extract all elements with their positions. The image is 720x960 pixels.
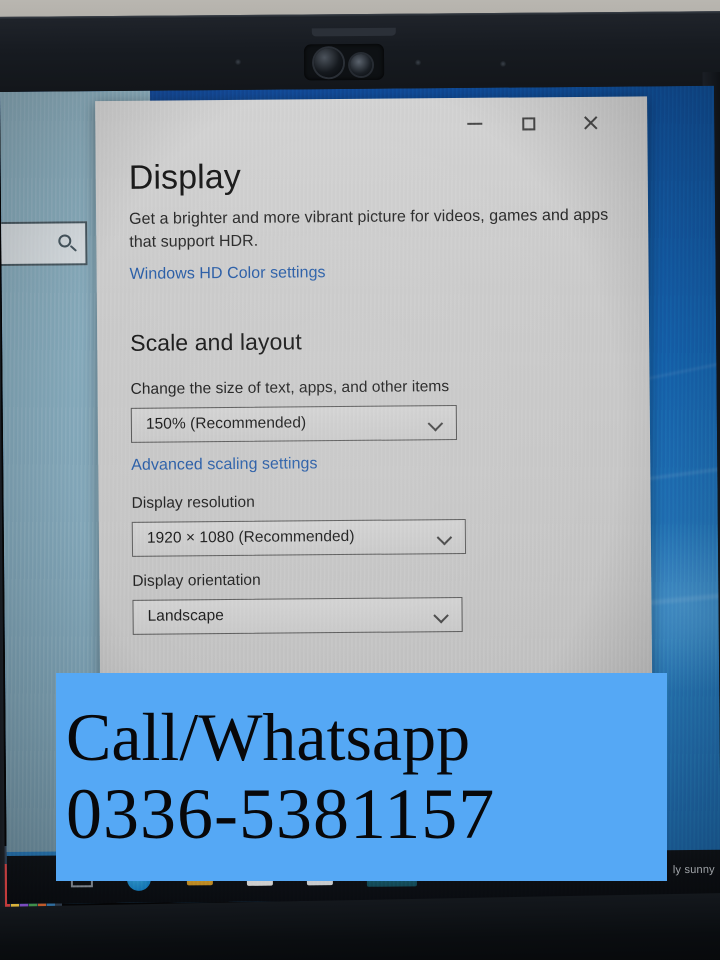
maximize-button[interactable] <box>505 103 551 143</box>
minimize-button[interactable] <box>451 104 497 144</box>
resolution-dropdown-value: 1920 × 1080 (Recommended) <box>146 527 355 547</box>
windows-hd-color-settings-link[interactable]: Windows HD Color settings <box>130 261 649 284</box>
scale-dropdown-value: 150% (Recommended) <box>145 414 307 433</box>
search-icon <box>58 234 72 248</box>
close-button[interactable] <box>567 103 613 143</box>
title-bar[interactable] <box>95 96 647 153</box>
scale-and-layout-heading: Scale and layout <box>130 327 302 356</box>
hdr-description: Get a brighter and more vibrant picture … <box>129 206 609 251</box>
scale-label: Change the size of text, apps, and other… <box>130 377 450 398</box>
orientation-dropdown-value: Landscape <box>147 607 224 625</box>
chevron-down-icon <box>427 415 444 432</box>
lid-notch <box>311 27 396 37</box>
webcam-lens-icon <box>313 48 344 78</box>
settings-content: Display Get a brighter and more vibrant … <box>128 154 652 635</box>
orientation-dropdown[interactable]: Landscape <box>132 596 463 635</box>
banner-line-2: 0336-5381157 <box>66 773 496 854</box>
weather-status[interactable]: ly sunny <box>673 864 715 876</box>
bezel-sensor-dot <box>500 60 507 67</box>
chevron-down-icon <box>436 529 453 545</box>
chevron-down-icon <box>433 607 449 623</box>
webcam-ir-lens-icon <box>349 53 373 77</box>
contact-overlay-banner: Call/Whatsapp 0336-5381157 <box>56 673 667 881</box>
bezel-sensor-dot <box>415 59 422 66</box>
bezel-sensor-dot <box>235 58 242 65</box>
resolution-label: Display resolution <box>131 493 255 512</box>
banner-line-1: Call/Whatsapp <box>66 698 471 775</box>
photo-of-laptop-screen: Display Get a brighter and more vibrant … <box>0 0 720 960</box>
orientation-label: Display orientation <box>132 571 261 590</box>
scale-dropdown[interactable]: 150% (Recommended) <box>130 404 458 443</box>
resolution-dropdown[interactable]: 1920 × 1080 (Recommended) <box>131 518 467 557</box>
close-icon <box>582 115 598 131</box>
page-title: Display <box>128 157 242 197</box>
settings-window: Display Get a brighter and more vibrant … <box>95 96 653 760</box>
minimize-icon <box>466 122 482 125</box>
search-input[interactable] <box>0 221 88 267</box>
maximize-icon <box>521 116 535 130</box>
